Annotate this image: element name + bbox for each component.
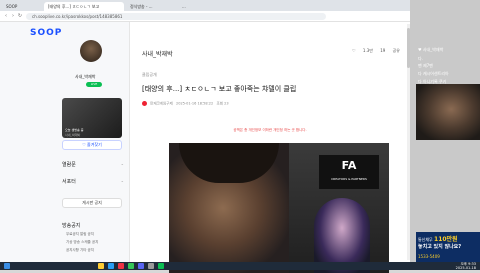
live-sub: 사내_박재박 — [65, 133, 81, 137]
app-icon[interactable] — [128, 263, 134, 269]
app-icon[interactable] — [138, 263, 144, 269]
tab-soop[interactable]: SOOP — [2, 2, 42, 11]
sidebar-item-broadcast-3[interactable]: 공지사항 기타 공지 — [66, 248, 94, 253]
live-caption: 오늘 생방송 중 — [65, 128, 84, 132]
tab-extra[interactable]: ... — [178, 2, 200, 11]
share-button[interactable]: 공유 — [393, 48, 400, 53]
video-player[interactable]: FA CREATORS & PARTNERS — [169, 143, 389, 273]
post-date: 2025-01-16 18:58:22 — [176, 101, 214, 106]
creators-logo: FA CREATORS & PARTNERS — [319, 155, 379, 189]
author-avatar — [142, 101, 147, 106]
forward-icon[interactable]: › — [10, 13, 16, 19]
sidebar-item-board[interactable]: 열람문 ⌄ — [62, 161, 124, 168]
browser-tab-bar: SOOP [태양의 후...] ㅊㄷㅇㄴㄱ 보고 정식방송 - ... ... — [0, 0, 410, 11]
url-input[interactable]: ch.sooplive.co.kr/ipasrokkos/post/148385… — [26, 13, 326, 20]
live-thumbnail[interactable]: 오늘 생방송 중 사내_박재박 — [62, 98, 122, 138]
chat-line: 팬 제7팬 — [418, 63, 433, 68]
chat-line: ♥ 사내_박재박 — [418, 47, 444, 52]
windows-start-icon[interactable] — [4, 263, 10, 269]
likes-count: 19 — [380, 48, 386, 53]
tab-broadcast[interactable]: 정식방송 - ... — [126, 2, 176, 11]
author-name[interactable]: 만재코게임구제 — [150, 102, 173, 106]
webcam-feed — [416, 84, 480, 140]
post-content: 사내_박재박 ♡ 1.3만 19 공유 클립공개 [태양의 후...] ㅊㄷㅇㄴ… — [130, 22, 410, 273]
post-meta: 만재코게임구제 2025-01-16 18:58:22 조회 23 — [142, 101, 229, 107]
view-counter: 조회 23 — [216, 101, 229, 106]
chevron-down-icon: ⌄ — [120, 178, 124, 183]
page-title: 사내_박재박 — [142, 51, 173, 58]
app-icon[interactable] — [148, 263, 154, 269]
sidebar-item-broadcast-2[interactable]: 기상 방송 스케줄 공지 — [66, 240, 98, 245]
board-notice-button[interactable]: 게시판 공지 — [62, 198, 122, 208]
broadcast-section-title: 방송공지 — [62, 223, 81, 229]
post-title: [태양의 후...] ㅊㄷㅇㄴㄱ 보고 좋아죽는 챠델이 클립 — [142, 85, 297, 93]
station-name: 사내_박재박 — [75, 74, 96, 79]
chat-line: 다. — [418, 56, 423, 61]
back-icon[interactable]: ‹ — [3, 13, 9, 19]
sidebar-item-broadcast-1[interactable]: 무료공지 알림 공지 — [66, 232, 94, 237]
reload-icon[interactable]: ↻ — [17, 13, 23, 19]
heart-icon[interactable]: ♡ — [352, 48, 356, 53]
chat-line: 다 캐시어센트리아 — [418, 71, 449, 76]
file-explorer-icon[interactable] — [98, 263, 104, 269]
privacy-notice: 공백은 총 개인정보 이하란 개인정 하는 곳 합니다. — [233, 128, 307, 132]
app-icon[interactable] — [158, 263, 164, 269]
follow-button[interactable]: ♡ 즐겨찾기 — [62, 140, 122, 150]
edge-browser-icon[interactable] — [108, 263, 114, 269]
post-category[interactable]: 클립공개 — [142, 72, 157, 78]
live-badge: LIVE — [86, 82, 102, 87]
address-bar: ‹ › ↻ ch.sooplive.co.kr/ipasrokkos/post/… — [0, 11, 410, 22]
tab-post[interactable]: [태양의 후...] ㅊㄷㅇㄴㄱ 보고 — [44, 2, 124, 11]
chevron-down-icon: ⌄ — [120, 161, 124, 166]
avatar[interactable] — [80, 40, 102, 62]
taskbar: 오후 9:33 2025-01-18 — [0, 262, 480, 270]
site-logo[interactable]: SOOP — [30, 28, 62, 38]
system-clock[interactable]: 오후 9:33 2025-01-18 — [456, 262, 476, 270]
ad-banner[interactable]: 통신채무 110만원 놓치고 있지 않나요? 1533-5409 — [416, 232, 480, 262]
view-count: 1.3만 — [362, 48, 373, 53]
header-actions: ♡ 1.3만 19 공유 — [346, 48, 400, 54]
channel-sidebar: SOOP 사내_박재박 LIVE 오늘 생방송 중 사내_박재박 ♡ 즐겨찾기 … — [0, 22, 130, 262]
sidebar-item-supporter[interactable]: 서포터 ⌄ — [62, 178, 124, 185]
app-icon[interactable] — [118, 263, 124, 269]
